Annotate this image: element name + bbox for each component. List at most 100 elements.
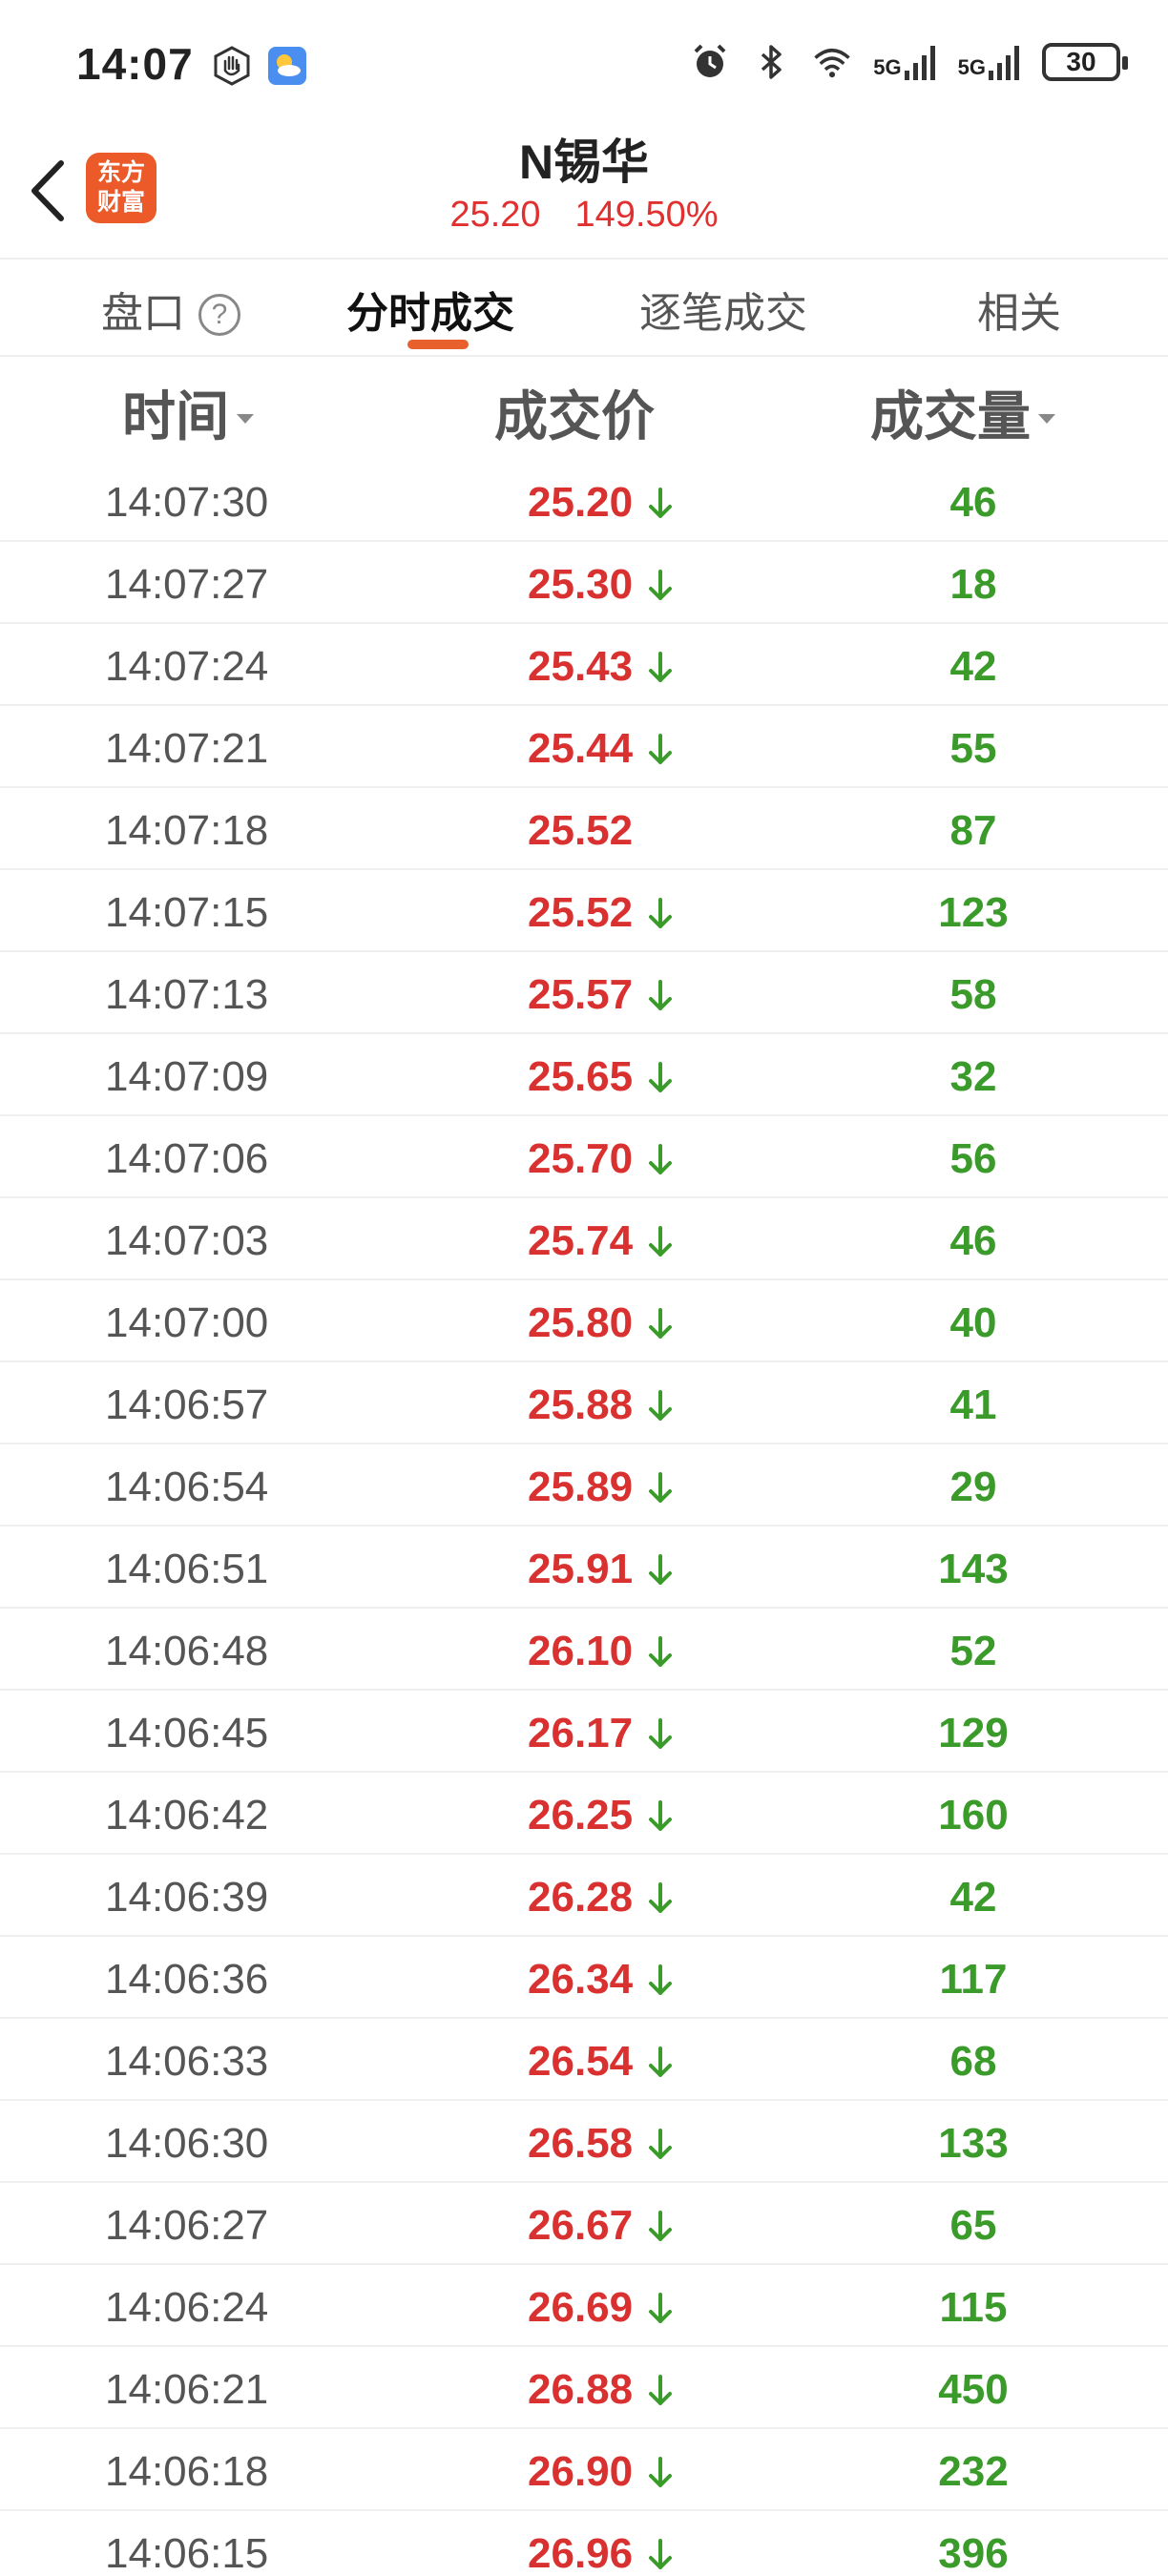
tab-time-trades[interactable]: 分时成交 bbox=[346, 279, 514, 340]
trade-row: 14:07:30 25.20 46 bbox=[0, 460, 1168, 542]
bluetooth-icon bbox=[761, 45, 782, 79]
trade-time: 14:06:30 bbox=[105, 2120, 269, 2167]
trade-volume: 396 bbox=[938, 2530, 1009, 2576]
trade-volume: 55 bbox=[949, 725, 997, 772]
signal-bars-icon bbox=[989, 46, 1019, 80]
trade-row: 14:06:21 26.88 450 bbox=[0, 2347, 1168, 2429]
arrow-down-icon bbox=[649, 1472, 672, 1503]
trade-price: 25.74 bbox=[528, 1217, 634, 1264]
signal-bars-icon bbox=[904, 46, 935, 80]
trade-row: 14:06:48 26.10 52 bbox=[0, 1609, 1168, 1691]
trade-volume: 450 bbox=[938, 2366, 1009, 2413]
trade-time: 14:06:36 bbox=[105, 1956, 269, 2003]
trade-time: 14:07:18 bbox=[105, 807, 269, 854]
arrow-down-icon bbox=[649, 2457, 672, 2487]
arrow-down-icon bbox=[649, 2539, 672, 2569]
trade-row: 14:06:18 26.90 232 bbox=[0, 2429, 1168, 2511]
trade-row: 14:07:00 25.80 40 bbox=[0, 1280, 1168, 1362]
trade-volume: 232 bbox=[938, 2448, 1009, 2495]
trade-row: 14:07:24 25.43 42 bbox=[0, 624, 1168, 706]
hand-icon bbox=[214, 46, 250, 86]
trade-row: 14:07:21 25.44 55 bbox=[0, 706, 1168, 788]
trade-row: 14:07:03 25.74 46 bbox=[0, 1198, 1168, 1280]
tab-related[interactable]: 相关 bbox=[977, 279, 1061, 340]
trade-time: 14:07:00 bbox=[105, 1299, 269, 1346]
trade-volume: 133 bbox=[938, 2120, 1009, 2167]
active-tab-indicator bbox=[407, 340, 469, 349]
trade-time: 14:06:42 bbox=[105, 1792, 269, 1839]
trade-price: 25.57 bbox=[528, 971, 634, 1018]
trade-volume: 52 bbox=[949, 1628, 997, 1674]
trade-row: 14:07:18 25.52 87 bbox=[0, 788, 1168, 870]
tab-tick-trades[interactable]: 逐笔成交 bbox=[639, 279, 807, 340]
trade-price: 25.52 bbox=[528, 807, 634, 854]
column-header-volume[interactable]: 成交量 bbox=[870, 374, 1055, 451]
arrow-down-icon bbox=[649, 488, 672, 518]
battery-indicator: 30 bbox=[1042, 43, 1128, 81]
trade-price: 26.54 bbox=[528, 2038, 634, 2085]
arrow-down-icon bbox=[649, 2293, 672, 2323]
trade-time: 14:06:24 bbox=[105, 2284, 269, 2331]
trade-price: 26.25 bbox=[528, 1792, 634, 1839]
trade-row: 14:06:51 25.91 143 bbox=[0, 1527, 1168, 1609]
trade-time: 14:07:24 bbox=[105, 643, 269, 690]
stock-price: 25.20 bbox=[449, 195, 541, 235]
trade-volume: 117 bbox=[939, 1956, 1008, 2003]
signal-2: 5G bbox=[958, 44, 1021, 80]
trade-volume: 18 bbox=[949, 561, 997, 608]
trade-price: 25.20 bbox=[528, 479, 634, 526]
arrow-down-icon bbox=[649, 1144, 672, 1174]
arrow-down-icon bbox=[649, 1800, 672, 1831]
column-header-price: 成交价 bbox=[494, 386, 655, 447]
arrow-down-icon bbox=[649, 2375, 672, 2405]
status-left-icons bbox=[212, 46, 307, 86]
trade-volume: 41 bbox=[949, 1381, 997, 1428]
trade-time: 14:07:13 bbox=[105, 971, 269, 1018]
arrow-down-icon bbox=[649, 2211, 672, 2241]
arrow-down-icon bbox=[649, 1964, 672, 1995]
trade-list[interactable]: 14:07:30 25.20 46 14:07:27 25.30 18 14:07:24 25… bbox=[0, 460, 1168, 2576]
trade-volume: 160 bbox=[938, 1792, 1009, 1839]
trade-row: 14:06:24 26.69 115 bbox=[0, 2265, 1168, 2347]
trade-volume: 42 bbox=[949, 1874, 997, 1921]
status-time: 14:07 bbox=[76, 39, 194, 89]
trade-time: 14:07:30 bbox=[105, 479, 269, 526]
trade-volume: 129 bbox=[938, 1710, 1009, 1756]
trade-time: 14:07:06 bbox=[105, 1135, 269, 1182]
arrow-down-icon bbox=[649, 1062, 672, 1092]
trade-price: 25.88 bbox=[528, 1381, 634, 1428]
arrow-down-icon bbox=[649, 2046, 672, 2077]
sort-caret-icon bbox=[237, 414, 254, 424]
arrow-down-icon bbox=[649, 1718, 672, 1749]
trade-price: 25.44 bbox=[528, 725, 634, 772]
trade-time: 14:07:03 bbox=[105, 1217, 269, 1264]
trade-volume: 58 bbox=[949, 971, 997, 1018]
trade-price: 26.34 bbox=[528, 1956, 634, 2003]
tab-order-book[interactable]: 盘口? bbox=[101, 279, 240, 340]
trade-row: 14:06:42 26.25 160 bbox=[0, 1773, 1168, 1855]
trade-row: 14:07:15 25.52 123 bbox=[0, 870, 1168, 952]
trade-price: 26.88 bbox=[528, 2366, 634, 2413]
wifi-icon bbox=[814, 49, 850, 78]
help-icon[interactable]: ? bbox=[198, 294, 240, 336]
status-right-icons: 5G 5G 30 bbox=[690, 42, 1128, 82]
trade-price: 25.43 bbox=[528, 643, 634, 690]
trade-volume: 32 bbox=[949, 1053, 997, 1100]
trade-price: 26.69 bbox=[528, 2284, 634, 2331]
trade-time: 14:06:18 bbox=[105, 2448, 269, 2495]
trade-row: 14:06:45 26.17 129 bbox=[0, 1691, 1168, 1773]
trade-volume: 40 bbox=[949, 1299, 997, 1346]
arrow-down-icon bbox=[649, 1882, 672, 1913]
trade-price: 26.28 bbox=[528, 1874, 634, 1921]
trade-price: 25.91 bbox=[528, 1546, 634, 1592]
trade-row: 14:06:27 26.67 65 bbox=[0, 2183, 1168, 2265]
trade-row: 14:06:15 26.96 396 bbox=[0, 2511, 1168, 2576]
trade-row: 14:06:54 25.89 29 bbox=[0, 1444, 1168, 1527]
trade-price: 26.67 bbox=[528, 2202, 634, 2249]
column-header-time[interactable]: 时间 bbox=[122, 374, 254, 451]
trade-time: 14:06:48 bbox=[105, 1628, 269, 1674]
trade-price: 26.17 bbox=[528, 1710, 634, 1756]
trade-time: 14:06:39 bbox=[105, 1874, 269, 1921]
trade-row: 14:06:39 26.28 42 bbox=[0, 1855, 1168, 1937]
trade-volume: 65 bbox=[949, 2202, 997, 2249]
